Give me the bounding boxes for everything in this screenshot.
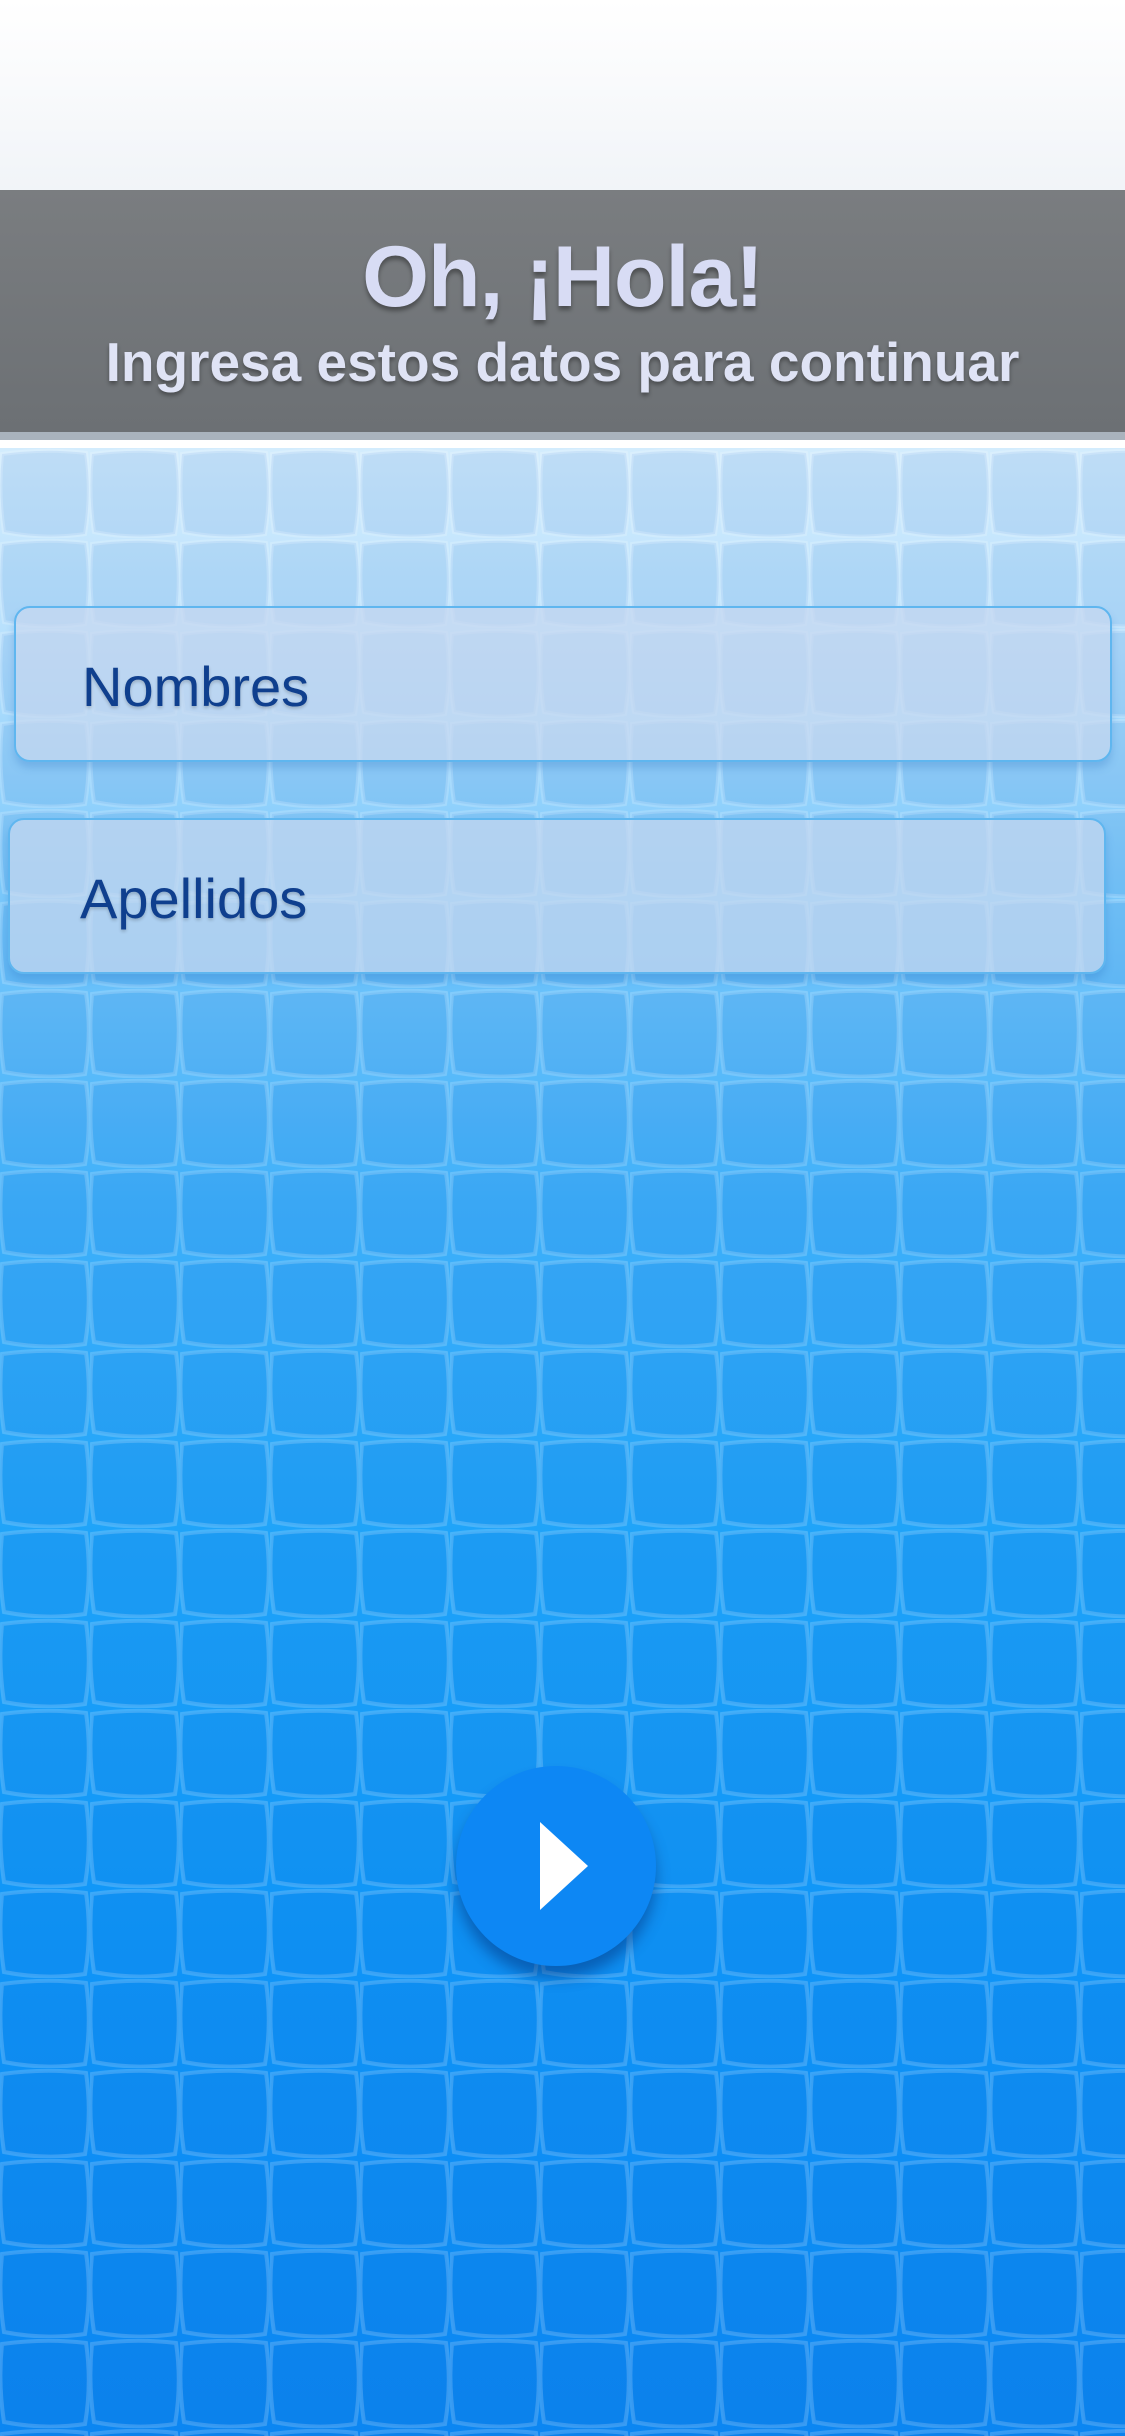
last-name-field[interactable]: Apellidos (8, 818, 1106, 974)
page-subtitle: Ingresa estos datos para continuar (105, 331, 1020, 393)
header-banner: Oh, ¡Hola! Ingresa estos datos para cont… (0, 190, 1125, 440)
first-name-field[interactable]: Nombres (14, 606, 1112, 762)
next-button[interactable] (456, 1766, 656, 1966)
play-arrow-icon (540, 1822, 588, 1910)
status-bar-area (0, 0, 1125, 190)
page-title: Oh, ¡Hola! (362, 229, 764, 325)
last-name-placeholder: Apellidos (80, 867, 308, 930)
first-name-placeholder: Nombres (82, 655, 310, 718)
